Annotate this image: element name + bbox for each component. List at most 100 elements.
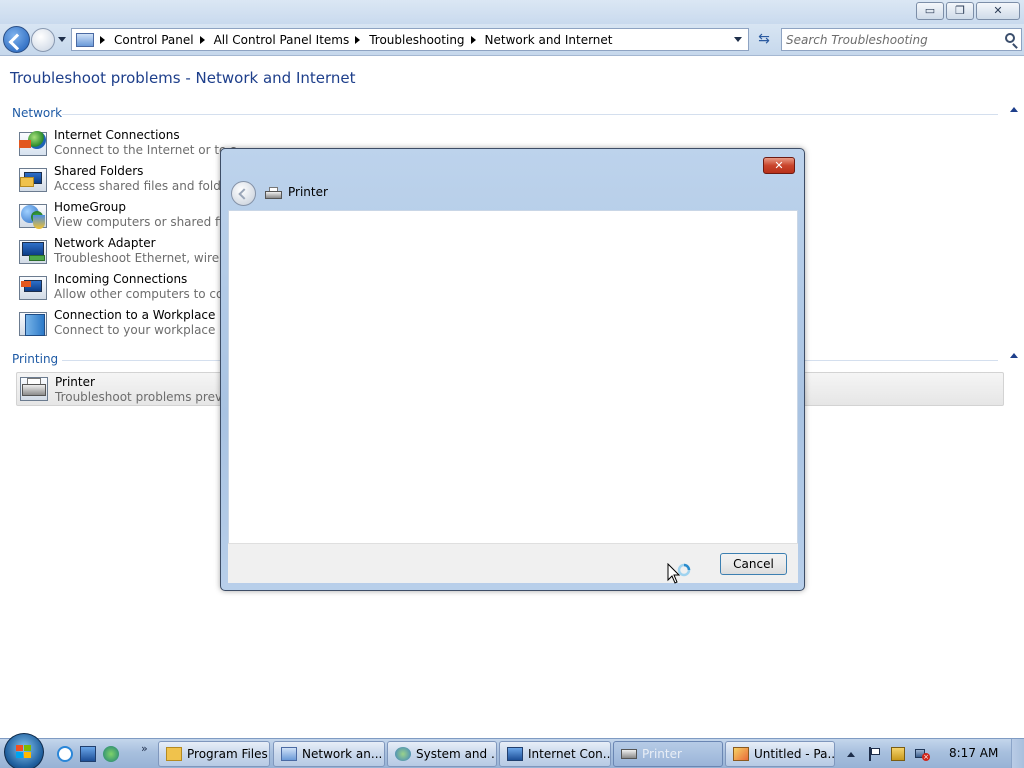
start-button[interactable] (4, 733, 44, 768)
breadcrumb-root-arrow[interactable] (100, 35, 114, 44)
network-adapter-icon (17, 237, 49, 265)
item-description: Troubleshoot Ethernet, wireless, (54, 251, 247, 265)
taskbar-button-label: Program Files (187, 747, 268, 761)
back-button[interactable] (3, 26, 30, 53)
close-icon: ✕ (993, 4, 1003, 17)
caption-buttons: ▭ ❐ ✕ (916, 2, 1020, 20)
troubleshooter-dialog: ✕ Printer Cancel (220, 148, 805, 591)
show-desktop-icon[interactable] (80, 746, 96, 762)
cancel-button[interactable]: Cancel (720, 553, 787, 575)
item-name: Incoming Connections (54, 272, 188, 286)
collapse-network-icon[interactable] (1010, 107, 1018, 112)
item-name: Internet Connections (54, 128, 180, 142)
taskbar-button-label: Network an... (302, 747, 383, 761)
breadcrumb-troubleshooting[interactable]: Troubleshooting (369, 33, 484, 47)
item-name: Network Adapter (54, 236, 156, 250)
search-icon[interactable] (1005, 33, 1015, 43)
search-input[interactable] (786, 31, 996, 48)
chevron-right-icon[interactable] (199, 35, 205, 44)
printer-icon (621, 749, 637, 759)
incoming-connections-icon (17, 273, 49, 301)
minimize-button[interactable]: ▭ (916, 2, 944, 20)
taskbar: » Program Files Network an... System and… (0, 733, 1024, 768)
dialog-title: Printer (288, 185, 328, 199)
item-description: View computers or shared files i (54, 215, 247, 229)
show-hidden-icons-icon[interactable] (847, 752, 855, 757)
dialog-content-area (228, 210, 798, 544)
taskbar-button-system[interactable]: System and ... (387, 741, 497, 767)
page-title: Troubleshoot problems - Network and Inte… (10, 69, 356, 87)
item-description: Allow other computers to comm (54, 287, 247, 301)
item-description: Troubleshoot problems prevent (55, 390, 242, 404)
section-heading-label: Printing (12, 352, 59, 366)
dialog-footer (228, 543, 798, 583)
show-desktop-button[interactable] (1011, 739, 1024, 768)
taskbar-button-label: Internet Con... (528, 747, 611, 761)
item-name: Printer (55, 375, 95, 389)
item-name: Shared Folders (54, 164, 144, 178)
breadcrumb-all-items[interactable]: All Control Panel Items (214, 33, 370, 47)
windows-logo-icon (16, 745, 32, 759)
search-box[interactable] (781, 28, 1022, 51)
item-name: HomeGroup (54, 200, 126, 214)
security-warning-icon[interactable] (891, 747, 905, 761)
chevron-right-icon[interactable] (470, 35, 476, 44)
system-clock[interactable]: 8:17 AM (949, 746, 998, 760)
restore-icon: ❐ (955, 4, 965, 17)
taskbar-button-internet-connections[interactable]: Internet Con... (499, 741, 611, 767)
close-icon: ✕ (774, 159, 784, 172)
dialog-back-button[interactable] (231, 181, 256, 206)
action-center-flag-icon[interactable] (867, 747, 881, 761)
recent-pages-dropdown[interactable] (58, 37, 66, 42)
taskbar-button-label: Untitled - Pa... (754, 747, 835, 761)
busy-cursor-icon (667, 563, 691, 584)
collapse-printing-icon[interactable] (1010, 353, 1018, 358)
shared-folders-icon (17, 165, 49, 193)
workplace-connection-icon (17, 309, 49, 337)
media-player-icon[interactable] (103, 746, 119, 762)
window-title-bar: ▭ ❐ ✕ (0, 0, 1024, 24)
address-bar: Control Panel All Control Panel Items Tr… (0, 24, 1024, 56)
chevron-right-icon (100, 35, 105, 44)
breadcrumb-label: Network and Internet (484, 32, 613, 47)
breadcrumb-label: All Control Panel Items (213, 32, 350, 47)
paint-icon (733, 747, 749, 761)
control-panel-icon (281, 747, 297, 761)
minimize-icon: ▭ (924, 4, 936, 17)
taskbar-button-program-files[interactable]: Program Files (158, 741, 270, 767)
refresh-icon[interactable]: ⇆ (753, 29, 775, 50)
address-dropdown-icon[interactable] (734, 37, 742, 42)
breadcrumb-network-internet[interactable]: Network and Internet (485, 33, 613, 47)
printer-icon (265, 187, 282, 200)
section-heading-label: Network (12, 106, 63, 120)
control-panel-icon (76, 32, 94, 47)
breadcrumb-label: Troubleshooting (369, 32, 465, 47)
section-network-heading: Network (12, 106, 1018, 120)
internet-explorer-icon[interactable] (57, 746, 73, 762)
taskbar-button-network[interactable]: Network an... (273, 741, 385, 767)
dialog-close-button[interactable]: ✕ (763, 157, 795, 174)
homegroup-icon (17, 201, 49, 229)
breadcrumb-control-panel[interactable]: Control Panel (114, 33, 214, 47)
system-icon (395, 747, 411, 761)
item-name: Connection to a Workplace Usin (54, 308, 246, 322)
taskbar-button-printer[interactable]: Printer (613, 741, 723, 767)
breadcrumb[interactable]: Control Panel All Control Panel Items Tr… (71, 28, 749, 51)
chevron-right-icon[interactable] (355, 35, 361, 44)
notification-area: × 8:17 AM (840, 739, 1024, 768)
taskbar-button-paint[interactable]: Untitled - Pa... (725, 741, 835, 767)
folder-icon (166, 747, 182, 761)
restore-button[interactable]: ❐ (946, 2, 974, 20)
quick-launch-overflow-icon[interactable]: » (141, 742, 148, 755)
troubleshoot-icon (507, 747, 523, 761)
printer-icon (18, 374, 50, 402)
section-divider (62, 114, 998, 115)
forward-button[interactable] (31, 28, 55, 52)
close-button[interactable]: ✕ (976, 2, 1020, 20)
internet-connections-icon (17, 129, 49, 157)
taskbar-button-label: Printer (642, 747, 682, 761)
taskbar-button-label: System and ... (416, 747, 497, 761)
network-disconnected-icon[interactable]: × (915, 747, 930, 761)
breadcrumb-label: Control Panel (114, 32, 194, 47)
item-description: Connect to the Internet or to a (54, 143, 238, 157)
